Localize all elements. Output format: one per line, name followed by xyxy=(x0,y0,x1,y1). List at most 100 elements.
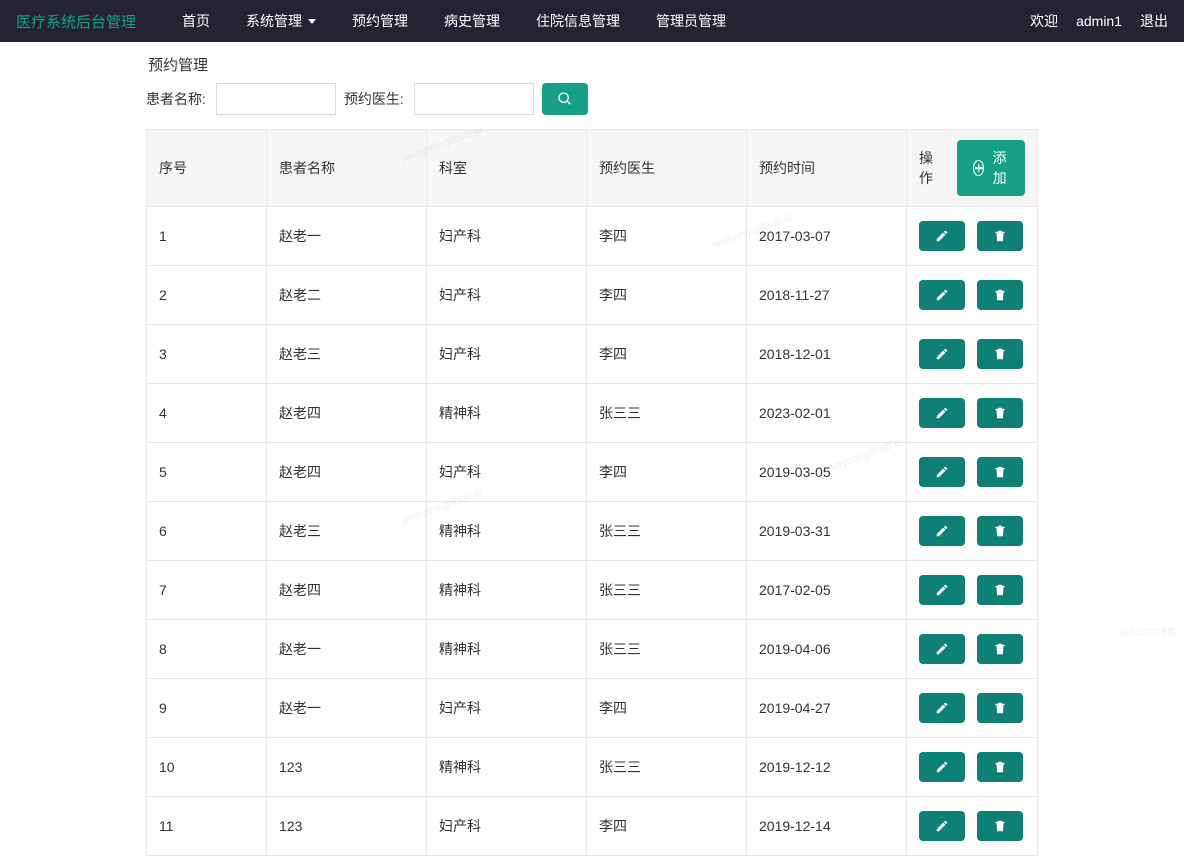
cell-doctor: 李四 xyxy=(587,207,747,266)
delete-button[interactable] xyxy=(977,516,1023,546)
logout-link[interactable]: 退出 xyxy=(1140,11,1168,31)
table-row: 6赵老三精神科张三三2019-03-31 xyxy=(147,502,1038,561)
delete-button[interactable] xyxy=(977,221,1023,251)
cell-doctor: 李四 xyxy=(587,679,747,738)
main-container: 预约管理 患者名称: 预约医生: 序号 患者名称 科室 预约医生 预约时间 操作 xyxy=(0,42,1184,856)
patient-name-label: 患者名称: xyxy=(146,89,206,109)
trash-icon xyxy=(993,288,1007,302)
trash-icon xyxy=(993,642,1007,656)
edit-button[interactable] xyxy=(919,516,965,546)
edit-button[interactable] xyxy=(919,221,965,251)
pencil-icon xyxy=(935,524,949,538)
search-bar: 患者名称: 预约医生: xyxy=(146,83,1038,115)
cell-dept: 妇产科 xyxy=(427,679,587,738)
cell-ops xyxy=(907,797,1038,856)
cell-ops xyxy=(907,384,1038,443)
cell-dept: 精神科 xyxy=(427,384,587,443)
cell-doctor: 张三三 xyxy=(587,384,747,443)
cell-doctor: 张三三 xyxy=(587,561,747,620)
nav-menu: 首页系统管理预约管理病史管理住院信息管理管理员管理 xyxy=(164,0,1030,42)
pencil-icon xyxy=(935,229,949,243)
doctor-input[interactable] xyxy=(414,83,534,115)
patient-name-input[interactable] xyxy=(216,83,336,115)
nav-item-5[interactable]: 管理员管理 xyxy=(638,0,744,42)
delete-button[interactable] xyxy=(977,398,1023,428)
table-row: 10123精神科张三三2019-12-12 xyxy=(147,738,1038,797)
delete-button[interactable] xyxy=(977,634,1023,664)
edit-button[interactable] xyxy=(919,339,965,369)
table-row: 3赵老三妇产科李四2018-12-01 xyxy=(147,325,1038,384)
cell-seq: 7 xyxy=(147,561,267,620)
nav-item-label: 住院信息管理 xyxy=(536,0,620,42)
delete-button[interactable] xyxy=(977,457,1023,487)
delete-button[interactable] xyxy=(977,575,1023,605)
cell-doctor: 李四 xyxy=(587,266,747,325)
edit-button[interactable] xyxy=(919,634,965,664)
nav-item-2[interactable]: 预约管理 xyxy=(334,0,426,42)
cell-dept: 精神科 xyxy=(427,502,587,561)
edit-button[interactable] xyxy=(919,693,965,723)
nav-item-1[interactable]: 系统管理 xyxy=(228,0,334,42)
edit-button[interactable] xyxy=(919,752,965,782)
trash-icon xyxy=(993,406,1007,420)
table-header-row: 序号 患者名称 科室 预约医生 预约时间 操作 添加 xyxy=(147,130,1038,207)
nav-item-0[interactable]: 首页 xyxy=(164,0,228,42)
nav-item-label: 首页 xyxy=(182,0,210,42)
doctor-label: 预约医生: xyxy=(344,89,404,109)
pencil-icon xyxy=(935,288,949,302)
cell-ops xyxy=(907,738,1038,797)
cell-doctor: 张三三 xyxy=(587,502,747,561)
cell-dept: 妇产科 xyxy=(427,797,587,856)
cell-dept: 精神科 xyxy=(427,738,587,797)
cell-patient: 赵老四 xyxy=(267,561,427,620)
edit-button[interactable] xyxy=(919,457,965,487)
edit-button[interactable] xyxy=(919,398,965,428)
delete-button[interactable] xyxy=(977,339,1023,369)
col-time: 预约时间 xyxy=(747,130,907,207)
trash-icon xyxy=(993,583,1007,597)
cell-seq: 2 xyxy=(147,266,267,325)
cell-time: 2017-03-07 xyxy=(747,207,907,266)
cell-time: 2019-03-05 xyxy=(747,443,907,502)
plus-icon xyxy=(973,160,984,176)
cell-patient: 123 xyxy=(267,797,427,856)
table-body: 1赵老一妇产科李四2017-03-072赵老二妇产科李四2018-11-273赵… xyxy=(147,207,1038,856)
cell-patient: 赵老二 xyxy=(267,266,427,325)
cell-time: 2019-04-06 xyxy=(747,620,907,679)
add-label: 添加 xyxy=(990,148,1009,188)
edit-button[interactable] xyxy=(919,280,965,310)
cell-ops xyxy=(907,207,1038,266)
pencil-icon xyxy=(935,347,949,361)
delete-button[interactable] xyxy=(977,693,1023,723)
cell-seq: 6 xyxy=(147,502,267,561)
delete-button[interactable] xyxy=(977,811,1023,841)
delete-button[interactable] xyxy=(977,752,1023,782)
cell-time: 2023-02-01 xyxy=(747,384,907,443)
pencil-icon xyxy=(935,819,949,833)
cell-dept: 精神科 xyxy=(427,561,587,620)
cell-patient: 赵老四 xyxy=(267,443,427,502)
delete-button[interactable] xyxy=(977,280,1023,310)
cell-time: 2019-03-31 xyxy=(747,502,907,561)
cell-patient: 赵老三 xyxy=(267,502,427,561)
cell-patient: 赵老三 xyxy=(267,325,427,384)
cell-seq: 3 xyxy=(147,325,267,384)
cell-doctor: 李四 xyxy=(587,443,747,502)
search-button[interactable] xyxy=(542,83,588,115)
add-button[interactable]: 添加 xyxy=(957,140,1025,196)
cell-time: 2018-12-01 xyxy=(747,325,907,384)
cell-seq: 8 xyxy=(147,620,267,679)
cell-dept: 妇产科 xyxy=(427,443,587,502)
edit-button[interactable] xyxy=(919,575,965,605)
nav-item-3[interactable]: 病史管理 xyxy=(426,0,518,42)
cell-ops xyxy=(907,620,1038,679)
cell-seq: 9 xyxy=(147,679,267,738)
nav-item-label: 系统管理 xyxy=(246,0,302,42)
table-row: 2赵老二妇产科李四2018-11-27 xyxy=(147,266,1038,325)
cell-dept: 妇产科 xyxy=(427,207,587,266)
cell-patient: 123 xyxy=(267,738,427,797)
edit-button[interactable] xyxy=(919,811,965,841)
trash-icon xyxy=(993,524,1007,538)
trash-icon xyxy=(993,465,1007,479)
nav-item-4[interactable]: 住院信息管理 xyxy=(518,0,638,42)
